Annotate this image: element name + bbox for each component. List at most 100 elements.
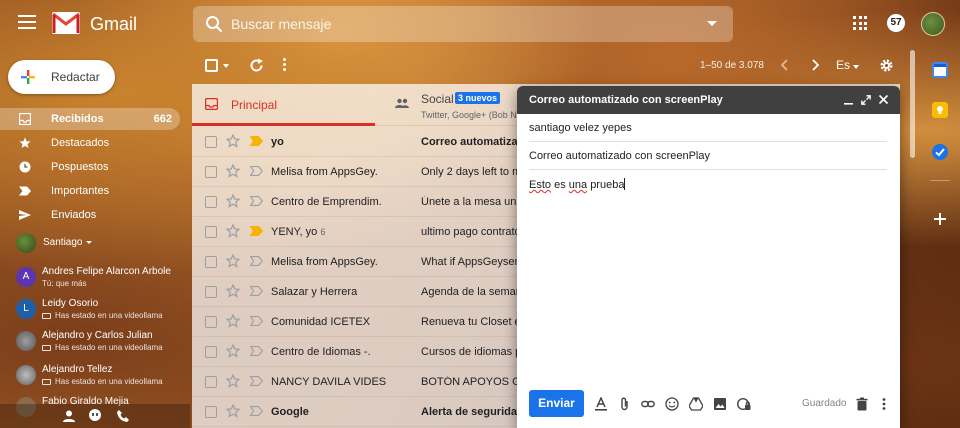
hangouts-icon[interactable] xyxy=(88,409,102,423)
star-icon[interactable] xyxy=(226,224,240,238)
compose-button[interactable]: Redactar xyxy=(8,60,115,94)
row-checkbox[interactable] xyxy=(205,256,217,268)
settings-icon[interactable] xyxy=(879,58,894,73)
search-bar[interactable] xyxy=(193,6,733,42)
star-icon[interactable] xyxy=(226,254,240,268)
subject-field[interactable]: Correo automatizado con screenPlay xyxy=(529,142,887,170)
important-marker-icon[interactable] xyxy=(250,226,263,236)
chevron-left-icon[interactable] xyxy=(780,59,790,71)
chevron-down-icon[interactable] xyxy=(86,241,92,244)
avatar: L xyxy=(16,299,36,319)
emoji-icon[interactable] xyxy=(665,397,679,411)
email-sender: Centro de Idiomas -. xyxy=(271,346,371,358)
input-tools-button[interactable]: Es xyxy=(836,58,850,72)
search-options-icon[interactable] xyxy=(707,21,717,26)
send-button[interactable]: Enviar xyxy=(529,390,584,417)
more-options-icon[interactable] xyxy=(877,397,891,411)
row-checkbox[interactable] xyxy=(205,196,217,208)
add-icon[interactable] xyxy=(933,212,947,226)
search-input[interactable] xyxy=(231,6,691,42)
menu-icon[interactable] xyxy=(18,15,36,29)
chat-status-text: Has estado en una videollama xyxy=(55,343,163,352)
important-marker-icon[interactable] xyxy=(250,376,263,386)
chevron-down-icon[interactable] xyxy=(223,64,229,68)
apps-icon[interactable] xyxy=(853,16,867,30)
important-marker-icon[interactable] xyxy=(250,346,263,356)
account-avatar[interactable] xyxy=(921,12,945,36)
drive-icon[interactable] xyxy=(689,397,703,411)
search-icon[interactable] xyxy=(205,15,223,33)
important-marker-icon[interactable] xyxy=(250,406,263,416)
row-checkbox[interactable] xyxy=(205,376,217,388)
row-checkbox[interactable] xyxy=(205,286,217,298)
keep-icon[interactable] xyxy=(932,102,948,118)
row-checkbox[interactable] xyxy=(205,136,217,148)
more-icon[interactable] xyxy=(283,58,287,73)
phone-icon[interactable] xyxy=(116,409,130,423)
confidential-icon[interactable] xyxy=(737,397,751,411)
scrollbar[interactable] xyxy=(910,50,915,158)
tasks-icon[interactable] xyxy=(932,144,948,160)
format-text-icon[interactable] xyxy=(594,397,608,411)
important-marker-icon[interactable] xyxy=(250,256,263,266)
star-icon[interactable] xyxy=(226,164,240,178)
draft-saved-status: Guardado xyxy=(802,398,847,409)
star-icon[interactable] xyxy=(226,314,240,328)
tab-primary[interactable]: Principal xyxy=(192,84,375,126)
avatar: A xyxy=(16,267,36,287)
row-checkbox[interactable] xyxy=(205,406,217,418)
star-icon[interactable] xyxy=(226,134,240,148)
nav-item-snoozed[interactable]: Pospuestos xyxy=(0,156,180,178)
photo-icon[interactable] xyxy=(713,397,727,411)
row-checkbox[interactable] xyxy=(205,316,217,328)
important-marker-icon[interactable] xyxy=(250,136,263,146)
select-all-checkbox[interactable] xyxy=(205,59,218,72)
recipients-field[interactable]: santiago velez yepes xyxy=(529,114,887,142)
person-icon[interactable] xyxy=(62,409,76,423)
nav-item-sent[interactable]: Enviados xyxy=(0,204,180,226)
nav-label: Recibidos xyxy=(51,113,104,125)
compose-header[interactable]: Correo automatizado con screenPlay xyxy=(517,86,900,114)
attach-icon[interactable] xyxy=(618,397,632,411)
calendar-icon[interactable] xyxy=(932,62,948,78)
app-name: Gmail xyxy=(90,14,138,34)
chat-contact[interactable]: A Andres Felipe Alarcon Arbole Tú: que m… xyxy=(16,264,176,294)
row-checkbox[interactable] xyxy=(205,346,217,358)
chat-contact[interactable]: Alejandro y Carlos Julian Has estado en … xyxy=(16,328,176,358)
close-icon[interactable] xyxy=(878,94,889,105)
chevron-down-icon[interactable] xyxy=(853,65,859,69)
nav-item-starred[interactable]: Destacados xyxy=(0,132,180,154)
chat-contact[interactable]: L Leidy Osorio Has estado en una videoll… xyxy=(16,296,176,326)
expand-icon[interactable] xyxy=(861,95,871,105)
inbox-icon xyxy=(205,98,218,110)
tab-social[interactable]: Social 3 nuevos Twitter, Google+ (Bob N xyxy=(392,84,532,126)
chevron-right-icon[interactable] xyxy=(810,59,820,71)
minimize-icon[interactable] xyxy=(844,95,853,105)
inbox-icon xyxy=(19,113,31,125)
chat-user[interactable]: Santiago xyxy=(16,233,176,253)
nav-item-important[interactable]: Importantes xyxy=(0,180,180,202)
star-icon[interactable] xyxy=(226,344,240,358)
refresh-icon[interactable] xyxy=(249,58,264,73)
important-marker-icon[interactable] xyxy=(250,316,263,326)
delete-icon[interactable] xyxy=(855,397,869,411)
nav-item-inbox[interactable]: Recibidos 662 xyxy=(0,108,180,130)
star-icon[interactable] xyxy=(226,284,240,298)
star-icon[interactable] xyxy=(226,194,240,208)
important-marker-icon[interactable] xyxy=(250,196,263,206)
link-icon[interactable] xyxy=(641,397,655,411)
important-marker-icon[interactable] xyxy=(250,166,263,176)
email-sender: Comunidad ICETEX xyxy=(271,316,371,328)
chat-contact[interactable]: Alejandro Tellez Has estado en una video… xyxy=(16,362,176,392)
star-icon[interactable] xyxy=(226,404,240,418)
star-icon[interactable] xyxy=(226,374,240,388)
message-body[interactable]: Esto es una prueba xyxy=(529,178,887,373)
important-marker-icon[interactable] xyxy=(250,286,263,296)
notification-badge[interactable]: 57 xyxy=(887,14,905,32)
row-checkbox[interactable] xyxy=(205,226,217,238)
video-icon xyxy=(42,312,51,319)
email-subject: Correo automatizado xyxy=(421,136,517,148)
new-count-badge: 3 nuevos xyxy=(455,92,501,104)
email-sender: Melisa from AppsGey. xyxy=(271,256,378,268)
row-checkbox[interactable] xyxy=(205,166,217,178)
